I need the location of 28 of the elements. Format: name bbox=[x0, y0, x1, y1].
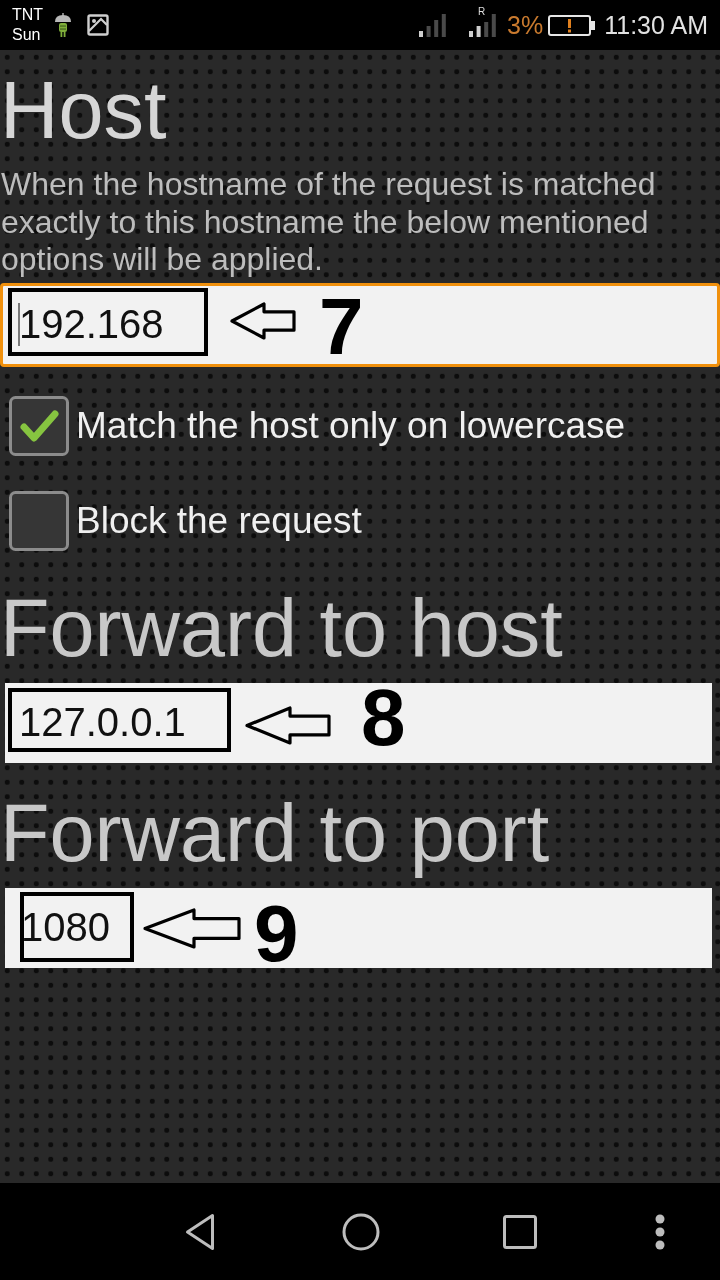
signal-icon bbox=[469, 13, 497, 37]
section-title: Forward to port bbox=[0, 786, 551, 879]
carrier-name: Sun bbox=[12, 25, 42, 45]
roaming-label: R bbox=[478, 6, 486, 17]
section-title: Host bbox=[0, 64, 168, 156]
clock-time: 11:30 AM bbox=[604, 10, 708, 40]
back-icon[interactable] bbox=[185, 1212, 215, 1251]
checkbox-label: Block the request bbox=[76, 499, 362, 542]
carrier-name: TNT bbox=[12, 5, 44, 25]
recents-icon[interactable] bbox=[503, 1214, 537, 1249]
image-icon bbox=[87, 14, 110, 36]
battery-percent: 3% bbox=[507, 10, 544, 40]
left-arrow-icon bbox=[142, 906, 242, 950]
robot-icon bbox=[54, 13, 73, 37]
left-arrow-icon bbox=[244, 704, 332, 746]
checkbox[interactable] bbox=[9, 490, 69, 551]
left-arrow-icon bbox=[229, 300, 297, 341]
text-cursor-icon bbox=[18, 303, 20, 346]
annotation-number: 9 bbox=[254, 901, 299, 966]
checkbox-label: Match the host only on lowercase bbox=[76, 404, 626, 447]
more-icon[interactable] bbox=[655, 1213, 665, 1250]
section-title: Forward to host bbox=[0, 581, 564, 674]
annotation-number: 8 bbox=[361, 685, 406, 750]
annotation-number: 7 bbox=[319, 294, 364, 359]
home-icon[interactable] bbox=[342, 1212, 380, 1251]
section-description: When the hostname of the request is matched exactly to this hostname the below mentioned options will be applied. bbox=[0, 166, 657, 279]
signal-icon bbox=[419, 13, 447, 37]
checkbox[interactable] bbox=[9, 395, 69, 456]
